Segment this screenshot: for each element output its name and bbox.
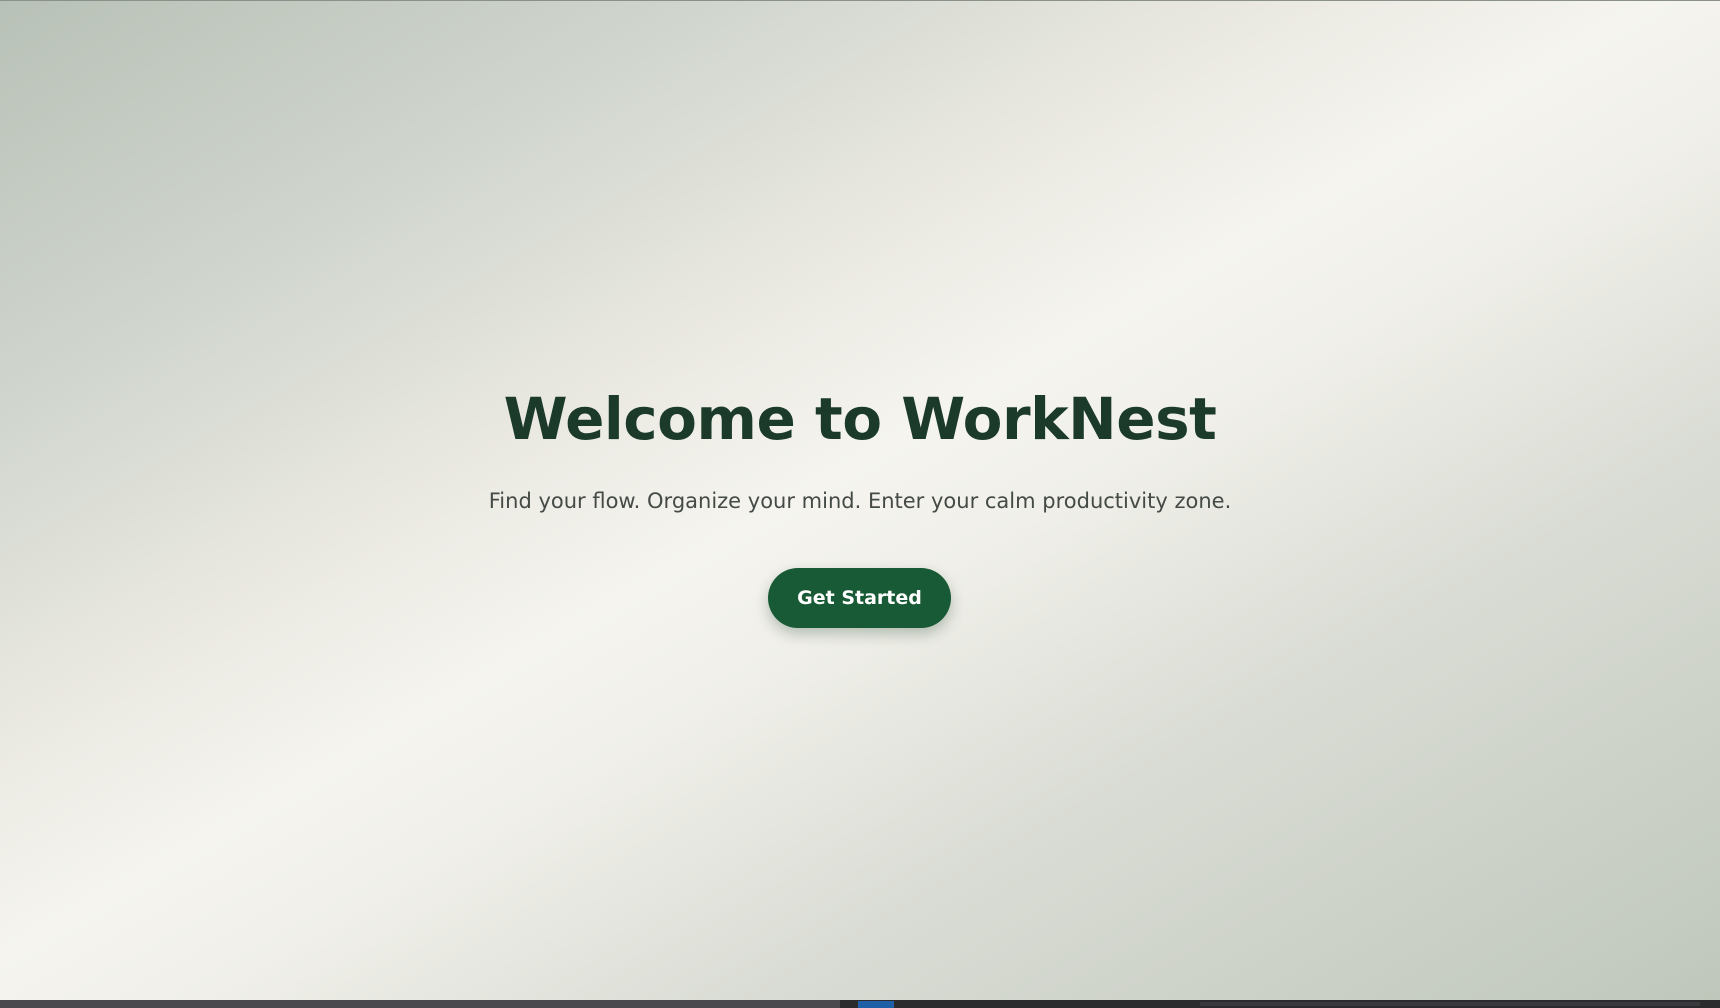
hero-title: Welcome to WorkNest bbox=[503, 385, 1217, 453]
get-started-button[interactable]: Get Started bbox=[768, 568, 951, 628]
taskbar-left-area bbox=[0, 1000, 840, 1008]
os-taskbar bbox=[0, 1000, 1720, 1008]
page-viewport: Welcome to WorkNest Find your flow. Orga… bbox=[0, 0, 1720, 1000]
taskbar-system-tray[interactable] bbox=[1200, 1002, 1700, 1006]
taskbar-app-icon[interactable] bbox=[858, 1001, 894, 1008]
hero-subtitle: Find your flow. Organize your mind. Ente… bbox=[488, 489, 1232, 513]
hero-section: Welcome to WorkNest Find your flow. Orga… bbox=[0, 1, 1720, 1001]
